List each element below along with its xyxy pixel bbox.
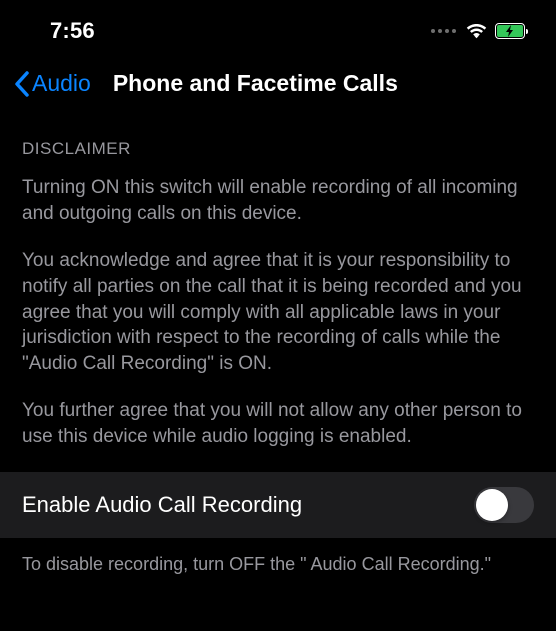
status-indicators — [431, 23, 528, 39]
wifi-icon — [466, 24, 487, 39]
signal-dots-icon — [431, 29, 456, 33]
disclaimer-paragraph-1: Turning ON this switch will enable recor… — [22, 175, 534, 226]
enable-recording-toggle[interactable] — [474, 487, 534, 523]
disclaimer-paragraph-3: You further agree that you will not allo… — [22, 398, 534, 449]
battery-charging-icon — [495, 23, 528, 39]
setting-footer-text: To disable recording, turn OFF the " Aud… — [0, 538, 556, 590]
status-bar: 7:56 — [0, 0, 556, 54]
content-area: DISCLAIMER Turning ON this switch will e… — [0, 115, 556, 450]
toggle-knob — [476, 489, 508, 521]
back-button[interactable]: Audio — [14, 70, 91, 97]
nav-bar: Audio Phone and Facetime Calls — [0, 54, 556, 115]
enable-recording-row[interactable]: Enable Audio Call Recording — [0, 472, 556, 538]
chevron-left-icon — [14, 71, 30, 97]
page-title: Phone and Facetime Calls — [113, 70, 398, 97]
status-time: 7:56 — [50, 18, 95, 44]
enable-recording-label: Enable Audio Call Recording — [22, 492, 302, 518]
disclaimer-header: DISCLAIMER — [22, 139, 534, 159]
disclaimer-paragraph-2: You acknowledge and agree that it is you… — [22, 248, 534, 376]
back-label: Audio — [32, 70, 91, 97]
